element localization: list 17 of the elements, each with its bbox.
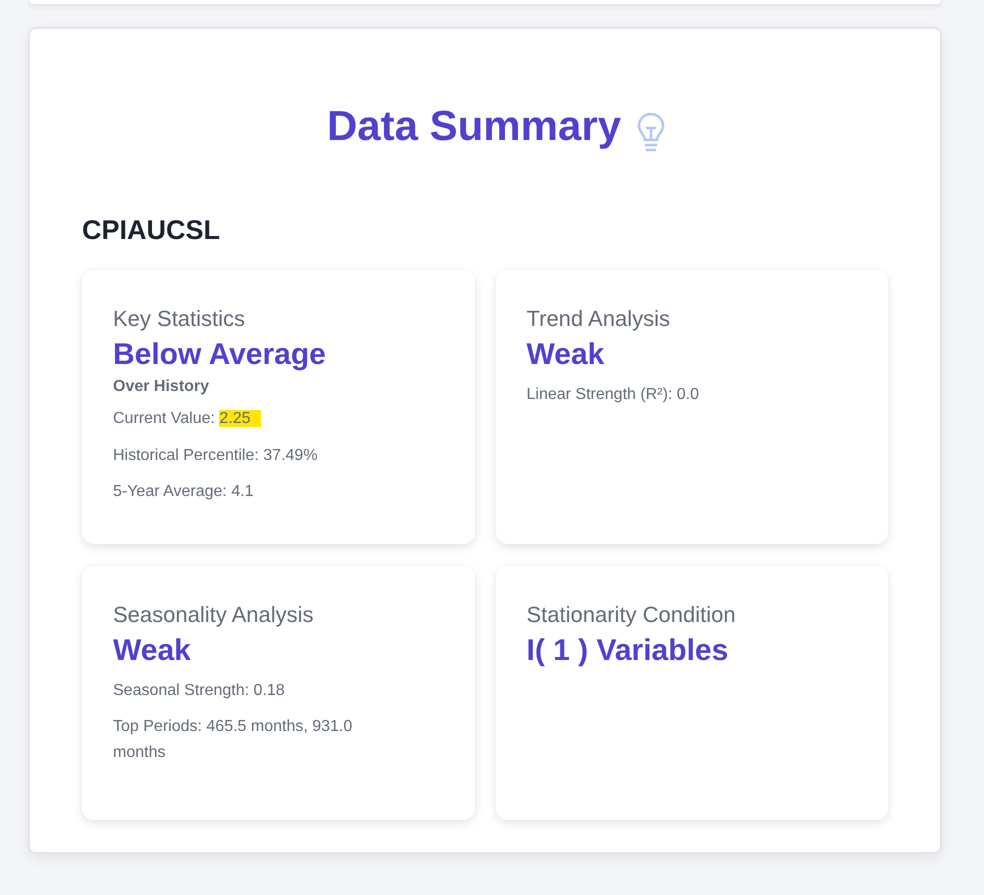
stat-line: Historical Percentile: 37.49%	[113, 446, 319, 466]
panel-title: Data Summary	[326, 102, 622, 150]
card-headline: Weak	[113, 634, 191, 668]
stat-line: Current Value: 2.25	[113, 406, 384, 432]
card-headline: I( 1 ) Variables	[526, 634, 728, 668]
stat-line: 5-Year Average: 4.1	[113, 482, 255, 502]
stat-line: Linear Strength (R²): 0.0	[526, 385, 700, 405]
stat-line: Top Periods: 465.5 months, 931.0 months	[113, 717, 354, 763]
headline-qualifier: Over History	[113, 378, 210, 396]
card-label: Key Statistics	[113, 306, 246, 332]
card-label: Stationarity Condition	[526, 602, 737, 628]
card-label: Trend Analysis	[526, 306, 671, 332]
card-headline: Below Average	[113, 338, 326, 372]
stat-line: Seasonal Strength: 0.18	[113, 680, 286, 701]
card-headline: Weak	[526, 338, 604, 372]
card-label: Seasonality Analysis	[113, 602, 315, 628]
series-title: CPIAUCSL	[82, 215, 222, 246]
